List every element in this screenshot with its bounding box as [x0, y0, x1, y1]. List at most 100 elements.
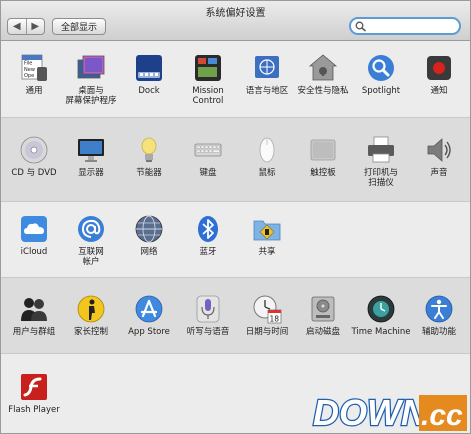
pref-flash-player[interactable]: Flash Player	[4, 372, 64, 415]
search-icon	[355, 21, 366, 32]
printer-icon	[368, 136, 394, 163]
at-sign-icon	[78, 216, 104, 242]
desktop-screensaver-icon	[77, 55, 105, 79]
pref-trackpad[interactable]: 触控板	[293, 135, 353, 178]
pref-displays-label: 显示器	[78, 168, 104, 178]
pref-bluetooth[interactable]: 蓝牙	[178, 214, 238, 257]
users-icon	[21, 298, 47, 321]
pref-cd-dvd-label: CD 与 DVD	[11, 168, 57, 178]
pref-keyboard-label: 键盘	[199, 168, 217, 178]
pref-users-groups[interactable]: 用户与群组	[4, 294, 64, 337]
pref-network[interactable]: 网络	[119, 214, 179, 257]
startup-disk-icon	[311, 296, 335, 322]
pref-sharing[interactable]: 共享	[237, 214, 297, 257]
section-system: 用户与群组 家长控制 App Store 听写与语音 18 日期与时间 启动磁盘…	[1, 277, 470, 353]
network-globe-icon	[135, 215, 163, 243]
pref-mouse-label: 鼠标	[258, 168, 276, 178]
pref-network-label: 网络	[140, 247, 158, 257]
show-all-button[interactable]: 全部显示	[52, 18, 106, 35]
pref-time-machine-label: Time Machine	[351, 327, 411, 337]
pref-internet-accounts-label: 互联网 帐户	[78, 247, 104, 267]
pref-icloud-label: iCloud	[20, 247, 48, 257]
pref-desktop-screensaver[interactable]: 桌面与 屏幕保护程序	[61, 53, 121, 106]
pref-app-store[interactable]: App Store	[119, 294, 179, 337]
pref-spotlight-label: Spotlight	[361, 86, 401, 96]
pref-icloud[interactable]: iCloud	[4, 214, 64, 257]
dock-icon	[136, 55, 162, 81]
pref-security-privacy[interactable]: 安全性与隐私	[293, 53, 353, 96]
pref-date-time-label: 日期与时间	[245, 327, 289, 337]
watermark-suffix: .cc	[421, 399, 463, 432]
pref-security-privacy-label: 安全性与隐私	[297, 86, 349, 96]
pref-dock[interactable]: Dock	[119, 53, 179, 96]
pref-general[interactable]: File New Ope 通用	[4, 53, 64, 96]
pref-keyboard[interactable]: 键盘	[178, 135, 238, 178]
pref-language-region[interactable]: 语言与地区	[237, 53, 297, 96]
pref-accessibility[interactable]: 辅助功能	[409, 294, 469, 337]
mouse-icon	[259, 137, 275, 163]
speaker-icon	[427, 138, 451, 162]
app-store-icon	[135, 295, 163, 323]
pref-printers-scanners-label: 打印机与 扫描仪	[363, 168, 398, 188]
calendar-day-number: 18	[270, 315, 280, 324]
pref-dictation-speech[interactable]: 听写与语音	[178, 294, 238, 337]
pref-users-groups-label: 用户与群组	[12, 327, 56, 337]
pref-mouse[interactable]: 鼠标	[237, 135, 297, 178]
search-field[interactable]	[349, 17, 461, 35]
pref-displays[interactable]: 显示器	[61, 135, 121, 178]
pref-internet-accounts[interactable]: 互联网 帐户	[61, 214, 121, 267]
pref-bluetooth-label: 蓝牙	[199, 247, 217, 257]
house-lock-icon	[308, 54, 338, 81]
pref-date-time[interactable]: 18 日期与时间	[237, 294, 297, 337]
search-input[interactable]	[369, 19, 453, 33]
pref-desktop-screensaver-label: 桌面与 屏幕保护程序	[65, 86, 117, 106]
pref-dictation-speech-label: 听写与语音	[186, 327, 230, 337]
nav-buttons: ◀ ▶	[7, 18, 45, 35]
accessibility-icon	[425, 295, 453, 323]
sharing-folder-icon	[253, 220, 281, 241]
down-cc-watermark: DOWN .cc	[312, 391, 467, 433]
system-preferences-window: 系统偏好设置 ◀ ▶ 全部显示 File New Ope 通用 桌面与 屏幕保护…	[0, 0, 471, 434]
microphone-icon	[196, 295, 220, 323]
keyboard-icon	[194, 143, 222, 157]
pref-mission-control-label: Mission Control	[192, 86, 224, 106]
pref-flash-player-label: Flash Player	[8, 405, 60, 415]
pref-startup-disk-label: 启动磁盘	[305, 327, 340, 337]
section-internet: iCloud 互联网 帐户 网络 蓝牙 共享	[1, 201, 470, 277]
pref-parental-controls-label: 家长控制	[73, 327, 108, 337]
section-personal: File New Ope 通用 桌面与 屏幕保护程序 Dock Mission …	[1, 41, 470, 117]
bluetooth-icon	[198, 216, 218, 242]
pref-cd-dvd[interactable]: CD 与 DVD	[4, 135, 64, 178]
pref-spotlight[interactable]: Spotlight	[351, 53, 411, 96]
pref-printers-scanners[interactable]: 打印机与 扫描仪	[351, 135, 411, 188]
flash-player-icon	[21, 374, 47, 400]
lightbulb-icon	[141, 137, 157, 162]
display-icon	[78, 139, 104, 162]
clock-calendar-icon: 18	[253, 295, 282, 324]
pref-sharing-label: 共享	[258, 247, 276, 257]
flag-globe-icon	[255, 56, 279, 78]
parental-controls-icon	[77, 295, 105, 323]
pref-parental-controls[interactable]: 家长控制	[61, 294, 121, 337]
icloud-icon	[21, 216, 47, 242]
pref-energy-saver-label: 节能器	[136, 168, 162, 178]
pref-general-label: 通用	[25, 86, 43, 96]
pref-mission-control[interactable]: Mission Control	[178, 53, 238, 106]
general-icon-file: File	[24, 61, 32, 67]
mission-control-icon	[195, 55, 221, 81]
pref-notifications[interactable]: 通知	[409, 53, 469, 96]
watermark-text: DOWN	[313, 392, 428, 433]
forward-button[interactable]: ▶	[25, 19, 45, 34]
pref-energy-saver[interactable]: 节能器	[119, 135, 179, 178]
pref-startup-disk[interactable]: 启动磁盘	[293, 294, 353, 337]
time-machine-icon	[367, 295, 395, 323]
general-icon: File New Ope	[21, 54, 47, 81]
general-icon-open: Ope	[24, 73, 34, 79]
back-button[interactable]: ◀	[8, 19, 26, 34]
pref-app-store-label: App Store	[128, 327, 170, 337]
trackpad-icon	[310, 139, 336, 161]
pref-language-region-label: 语言与地区	[245, 86, 289, 96]
pref-sound-label: 声音	[430, 168, 448, 178]
pref-time-machine[interactable]: Time Machine	[351, 294, 411, 337]
pref-sound[interactable]: 声音	[409, 135, 469, 178]
